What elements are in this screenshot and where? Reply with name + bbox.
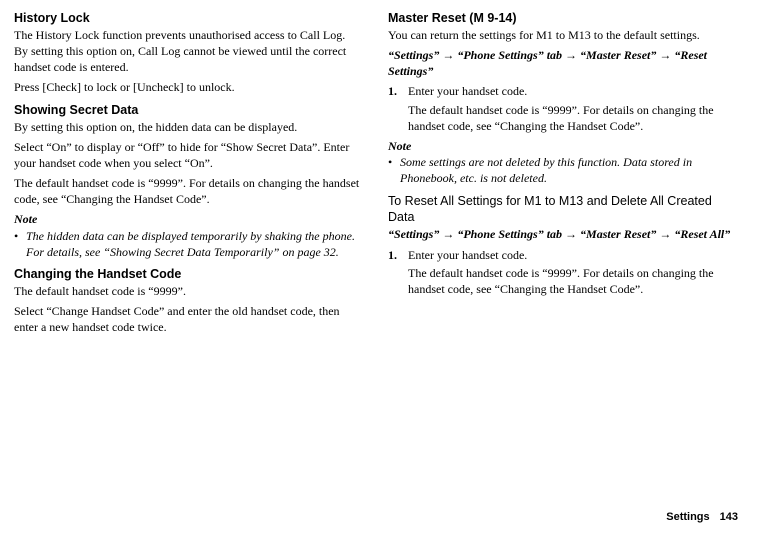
step-2-sub: The default handset code is “9999”. For … xyxy=(408,265,736,297)
text-code-default: The default handset code is “9999”. xyxy=(14,283,362,299)
left-column: History Lock The History Lock function p… xyxy=(14,10,362,510)
menu-code: (M 9-14) xyxy=(466,11,517,25)
text-secret-default: The default handset code is “9999”. For … xyxy=(14,175,362,207)
heading-showing-secret: Showing Secret Data xyxy=(14,102,362,119)
note-text-right: Some settings are not deleted by this fu… xyxy=(400,154,736,186)
nav-path-reset-all: “Settings” → “Phone Settings” tab → “Mas… xyxy=(388,226,736,242)
bullet-dot: • xyxy=(14,228,26,260)
footer-section: Settings xyxy=(666,511,709,523)
footer-page-number: 143 xyxy=(720,511,738,523)
step-2-text: Enter your handset code. xyxy=(408,247,736,263)
step-1: 1. Enter your handset code. xyxy=(388,83,736,99)
page-footer: Settings 143 xyxy=(0,510,766,525)
text-code-action: Select “Change Handset Code” and enter t… xyxy=(14,303,362,335)
step-2: 1. Enter your handset code. xyxy=(388,247,736,263)
note-text: The hidden data can be displayed tempora… xyxy=(26,228,362,260)
step-2-num: 1. xyxy=(388,247,408,263)
heading-master-reset: Master Reset xyxy=(388,11,466,25)
subheading-reset-all: To Reset All Settings for M1 to M13 and … xyxy=(388,193,736,227)
step-1-num: 1. xyxy=(388,83,408,99)
note-bullet-right: • Some settings are not deleted by this … xyxy=(388,154,736,186)
note-label: Note xyxy=(14,211,362,227)
right-column: Master Reset (M 9-14) You can return the… xyxy=(388,10,736,510)
page-body: History Lock The History Lock function p… xyxy=(0,0,766,510)
note-bullet: • The hidden data can be displayed tempo… xyxy=(14,228,362,260)
text-history-lock-action: Press [Check] to lock or [Uncheck] to un… xyxy=(14,79,362,95)
nav-path-reset-settings: “Settings” → “Phone Settings” tab → “Mas… xyxy=(388,47,736,79)
heading-master-reset-row: Master Reset (M 9-14) xyxy=(388,10,736,27)
note-label-right: Note xyxy=(388,138,736,154)
bullet-dot: • xyxy=(388,154,400,186)
heading-changing-code: Changing the Handset Code xyxy=(14,266,362,283)
heading-history-lock: History Lock xyxy=(14,10,362,27)
text-secret-action: Select “On” to display or “Off” to hide … xyxy=(14,139,362,171)
step-1-text: Enter your handset code. xyxy=(408,83,736,99)
step-1-sub: The default handset code is “9999”. For … xyxy=(408,102,736,134)
text-master-reset-desc: You can return the settings for M1 to M1… xyxy=(388,27,736,43)
text-history-lock-desc: The History Lock function prevents unaut… xyxy=(14,27,362,76)
text-secret-desc: By setting this option on, the hidden da… xyxy=(14,119,362,135)
